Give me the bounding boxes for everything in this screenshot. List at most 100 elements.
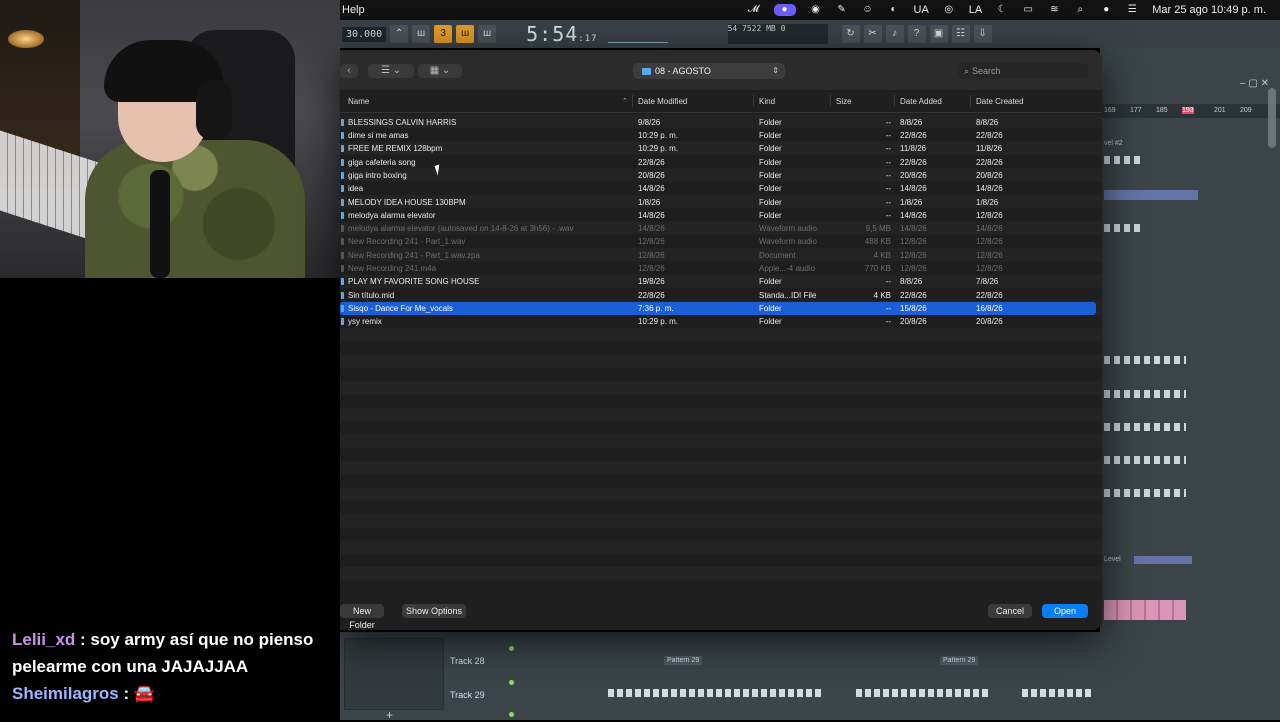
tempo-display[interactable]: 30.000 bbox=[342, 26, 387, 42]
file-created: 12/8/26 bbox=[976, 210, 1003, 220]
back-icon[interactable]: ‹ bbox=[340, 64, 358, 78]
download-icon[interactable]: ⇩ bbox=[973, 25, 992, 43]
track-led[interactable] bbox=[509, 646, 514, 651]
track-led[interactable] bbox=[509, 680, 514, 685]
file-row[interactable]: ysy remix 10:29 p. m. Folder -- 20/8/26 20/8/… bbox=[340, 315, 1096, 328]
step-pattern[interactable] bbox=[1104, 390, 1186, 398]
adobe-icon[interactable]: ◎ bbox=[943, 4, 955, 16]
column-kind[interactable]: Kind bbox=[759, 97, 775, 106]
file-created: 7/8/26 bbox=[976, 277, 999, 287]
file-size: 488 KB bbox=[864, 237, 891, 247]
grid-view-icon[interactable]: ▦ ⌄ bbox=[418, 64, 462, 78]
step-pattern[interactable] bbox=[1104, 423, 1186, 431]
column-divider[interactable] bbox=[970, 95, 971, 107]
file-row[interactable]: melodya alarma elevator 14/8/26 Folder -- 14… bbox=[340, 209, 1096, 222]
automation-clip[interactable] bbox=[1104, 190, 1198, 200]
file-row[interactable]: MELODY IDEA HOUSE 130BPM 1/8/26 Folder -- 1/… bbox=[340, 196, 1096, 209]
column-date-created[interactable]: Date Created bbox=[976, 97, 1024, 106]
file-created: 12/8/26 bbox=[976, 250, 1003, 260]
wait-icon[interactable]: ш bbox=[412, 25, 431, 43]
mixer-icon[interactable]: ☷ bbox=[951, 25, 970, 43]
file-row[interactable]: giga intro boxing 20/8/26 Folder -- 20/8/26 2… bbox=[340, 169, 1096, 182]
track-label[interactable]: Track 29 bbox=[450, 690, 485, 700]
step-pattern[interactable] bbox=[1104, 356, 1186, 364]
file-created: 22/8/26 bbox=[976, 131, 1003, 140]
file-modified: 14/8/26 bbox=[638, 224, 665, 234]
step-pattern[interactable] bbox=[856, 689, 990, 697]
user-badge[interactable]: LA bbox=[969, 4, 982, 16]
file-row[interactable]: dime si me amas 10:29 p. m. Folder -- 22/8/2… bbox=[340, 129, 1096, 142]
pattern-clip[interactable]: Pattern 29 bbox=[940, 656, 979, 665]
siri-icon[interactable]: ● bbox=[1100, 4, 1112, 16]
list-view-icon[interactable]: ☰ ⌄ bbox=[368, 64, 414, 78]
audio-clip[interactable] bbox=[1104, 600, 1186, 620]
language-indicator[interactable]: UA bbox=[914, 4, 929, 16]
column-date-modified[interactable]: Date Modified bbox=[638, 97, 687, 106]
file-row[interactable]: giga cafeteria song 22/8/26 Folder -- 22/8/2… bbox=[340, 156, 1096, 169]
step-pattern[interactable] bbox=[1104, 224, 1144, 232]
new-folder-button[interactable]: New Folder bbox=[340, 604, 384, 630]
search-icon[interactable]: ⌕ bbox=[1074, 4, 1086, 16]
step-pattern[interactable] bbox=[1022, 689, 1094, 697]
loop-record-icon[interactable]: ш bbox=[478, 25, 497, 43]
cancel-button[interactable]: Cancel bbox=[988, 604, 1032, 618]
fl-playlist-background: – ▢ ✕ 169 177 185 193 201 209 vel #2 Lev… bbox=[1100, 48, 1280, 720]
column-divider[interactable] bbox=[753, 95, 754, 107]
folder-popup[interactable]: 08 - AGOSTO ⇕ bbox=[633, 63, 785, 79]
discord-icon[interactable]: ☺ bbox=[862, 4, 874, 16]
step-pattern[interactable] bbox=[608, 689, 823, 697]
column-size[interactable]: Size bbox=[836, 97, 852, 106]
menu-help[interactable]: Help bbox=[342, 4, 365, 16]
obs-icon[interactable]: ◉ bbox=[810, 4, 822, 16]
wifi-icon[interactable]: ≋ bbox=[1048, 4, 1060, 16]
column-divider[interactable] bbox=[894, 95, 895, 107]
clock[interactable]: Mar 25 ago 10:49 p. m. bbox=[1152, 4, 1266, 16]
column-name[interactable]: Name bbox=[348, 97, 369, 106]
save-icon[interactable]: ▣ bbox=[929, 25, 948, 43]
metronome-icon[interactable]: ⌃ bbox=[390, 25, 409, 43]
file-row[interactable]: FREE ME REMIX 128bpm 10:29 p. m. Folder -- 1… bbox=[340, 142, 1096, 155]
folder-icon bbox=[341, 185, 344, 193]
maximize-icon[interactable]: ▢ bbox=[1248, 78, 1257, 89]
file-row[interactable]: PLAY MY FAVORITE SONG HOUSE 19/8/26 Folder… bbox=[340, 275, 1096, 288]
countdown-icon[interactable]: 3 bbox=[434, 25, 453, 43]
show-options-button[interactable]: Show Options bbox=[402, 604, 466, 618]
moon-icon[interactable]: ☾ bbox=[996, 4, 1008, 16]
search-field[interactable]: ⌕ Search bbox=[958, 63, 1088, 79]
automation-clip[interactable] bbox=[1134, 556, 1192, 564]
battery-icon[interactable]: ▭ bbox=[1022, 4, 1034, 16]
refresh-icon[interactable]: ↻ bbox=[841, 25, 860, 43]
cut-icon[interactable]: ✂ bbox=[863, 25, 882, 43]
step-edit-icon[interactable]: ш bbox=[456, 25, 475, 43]
help-icon[interactable]: ? bbox=[907, 25, 926, 43]
file-row[interactable]: Sin título.mid 22/8/26 Standa...IDI File 4 … bbox=[340, 289, 1096, 302]
open-button[interactable]: Open bbox=[1042, 604, 1088, 618]
vertical-scrollbar[interactable] bbox=[1268, 88, 1276, 148]
column-divider[interactable] bbox=[632, 95, 633, 107]
recording-icon[interactable]: ● bbox=[773, 4, 796, 16]
chevron-updown-icon: ⇕ bbox=[772, 66, 779, 75]
brush-icon[interactable]: ✎ bbox=[836, 4, 848, 16]
step-pattern[interactable] bbox=[1104, 456, 1186, 464]
vpn-icon[interactable]: ◐ bbox=[888, 4, 900, 16]
sort-ascending-icon[interactable]: ⌃ bbox=[622, 97, 628, 105]
pattern-clip[interactable]: Pattern 29 bbox=[664, 656, 703, 665]
mic-icon[interactable]: ♪ bbox=[885, 25, 904, 43]
file-row[interactable]: idea 14/8/26 Folder -- 14/8/26 14/8/26 bbox=[340, 182, 1096, 195]
file-name: giga intro boxing bbox=[348, 170, 407, 180]
minimize-icon[interactable]: – bbox=[1240, 78, 1246, 89]
control-center-icon[interactable]: ☰ bbox=[1126, 4, 1138, 16]
close-icon[interactable]: ✕ bbox=[1261, 78, 1269, 89]
column-divider[interactable] bbox=[830, 95, 831, 107]
folder-icon bbox=[341, 171, 344, 179]
file-row-selected[interactable]: Sisqo - Dance For Me_vocals 7:36 p. m. Fol… bbox=[340, 301, 1096, 316]
step-pattern[interactable] bbox=[1104, 489, 1186, 497]
timeline-ruler[interactable]: 169 177 185 193 201 209 bbox=[1100, 104, 1280, 118]
file-row-disabled: melodya alarma elevator (autosaved on 14… bbox=[340, 222, 1096, 235]
app-logo-icon[interactable]: 𝓜 bbox=[748, 4, 760, 16]
track-led[interactable] bbox=[509, 712, 514, 717]
step-pattern[interactable] bbox=[1104, 156, 1144, 164]
track-label[interactable]: Track 28 bbox=[450, 656, 485, 666]
column-date-added[interactable]: Date Added bbox=[900, 97, 942, 106]
file-row[interactable]: BLESSINGS CALVIN HARRIS 9/8/26 Folder -- 8/8… bbox=[340, 116, 1096, 129]
